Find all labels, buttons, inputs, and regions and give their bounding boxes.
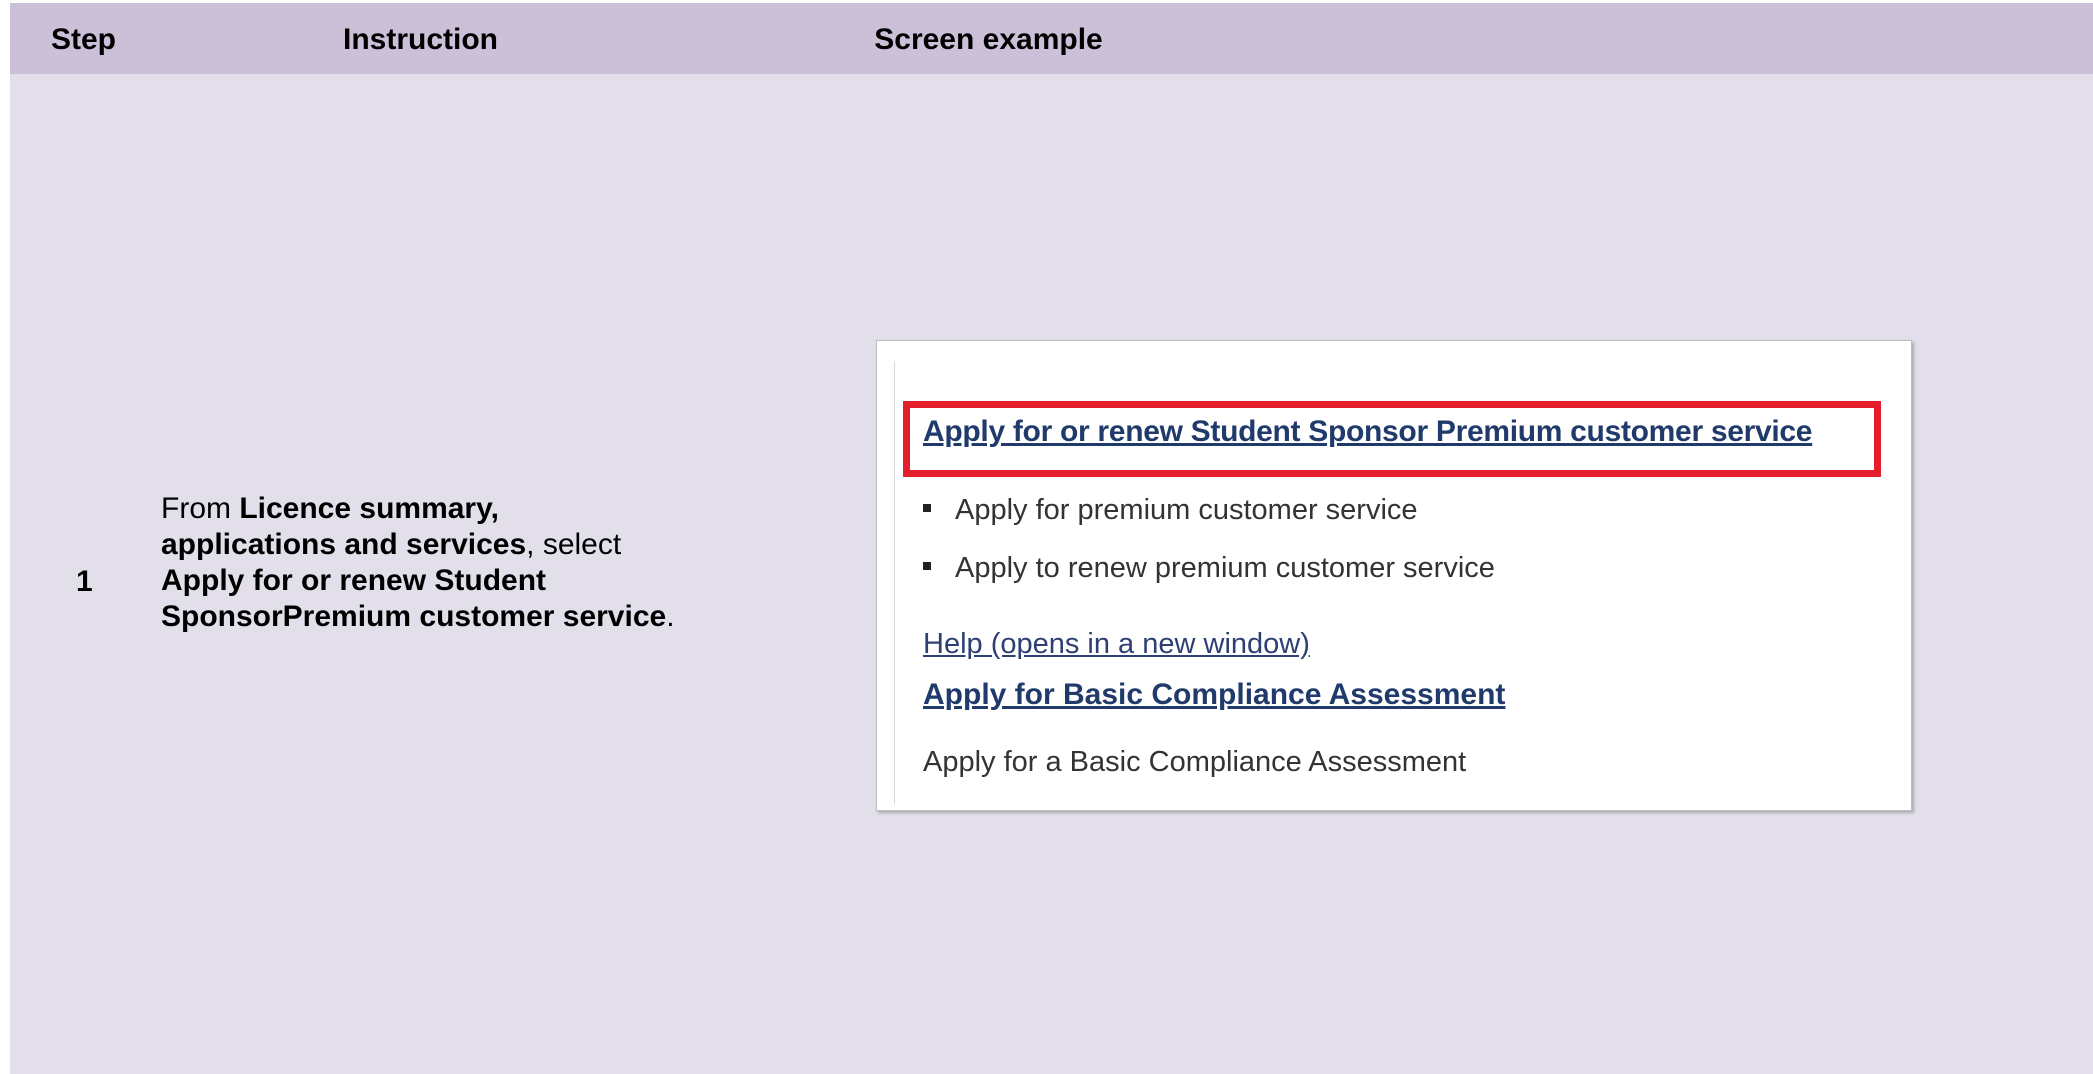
list-item: Apply to renew premium customer service: [923, 552, 1495, 585]
apply-renew-premium-link[interactable]: Apply for or renew Student Sponsor Premi…: [923, 415, 1812, 449]
bullet-icon: [923, 504, 931, 513]
list-item-label: Apply for premium customer service: [955, 494, 1418, 526]
list-item-label: Apply to renew premium customer service: [955, 552, 1495, 584]
basic-compliance-assessment-text: Apply for a Basic Compliance Assessment: [923, 746, 1467, 778]
panel-divider: [894, 361, 895, 804]
instruction-text-part: From: [161, 492, 240, 525]
step-number: 1: [76, 565, 93, 598]
table-header: Step Instruction Screen example: [10, 3, 2093, 74]
basic-compliance-assessment-link[interactable]: Apply for Basic Compliance Assessment: [923, 678, 1505, 712]
list-item: Apply for premium customer service: [923, 494, 1418, 527]
instruction-table: Step Instruction Screen example 1 From L…: [10, 3, 2093, 1074]
bullet-icon: [923, 562, 931, 571]
header-screen-example: Screen example: [10, 3, 2093, 74]
help-link[interactable]: Help (opens in a new window): [923, 628, 1310, 661]
instruction-text-part: , select: [526, 528, 622, 561]
instruction-text: From Licence summary, applications and s…: [161, 491, 681, 635]
instruction-bold-action: Apply for or renew Student SponsorPremiu…: [161, 564, 667, 633]
header-screen-example-label: Screen example: [874, 23, 1103, 56]
screen-example-panel: Apply for or renew Student Sponsor Premi…: [876, 340, 1912, 811]
instruction-text-part: .: [666, 600, 675, 633]
